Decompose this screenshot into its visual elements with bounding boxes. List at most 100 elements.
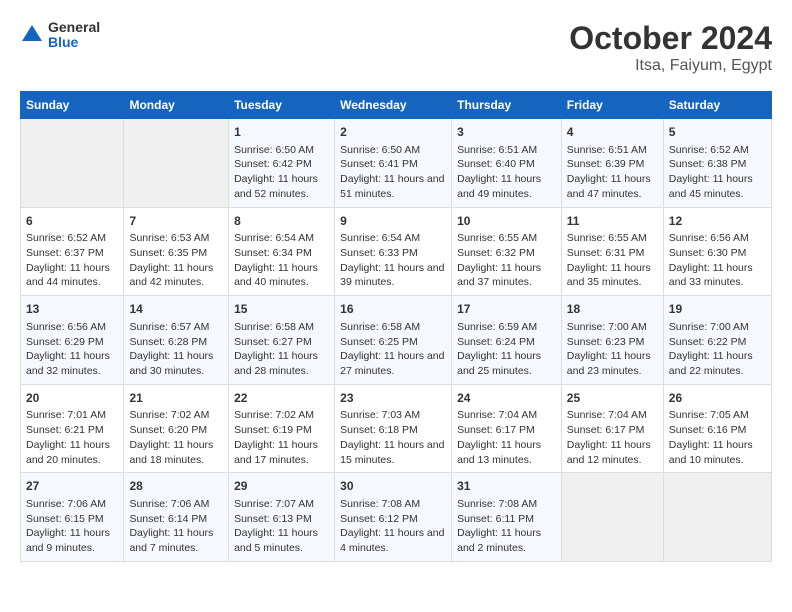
day-number: 15	[234, 301, 329, 318]
cell-info: Sunset: 6:30 PM	[669, 246, 766, 261]
day-number: 6	[26, 213, 118, 230]
calendar-cell: 9Sunrise: 6:54 AMSunset: 6:33 PMDaylight…	[335, 207, 452, 296]
calendar-cell: 27Sunrise: 7:06 AMSunset: 6:15 PMDayligh…	[21, 473, 124, 562]
week-row: 13Sunrise: 6:56 AMSunset: 6:29 PMDayligh…	[21, 296, 772, 385]
cell-info: Daylight: 11 hours and 42 minutes.	[129, 261, 223, 290]
cell-info: Sunset: 6:33 PM	[340, 246, 446, 261]
cell-info: Sunset: 6:31 PM	[567, 246, 658, 261]
cell-info: Sunset: 6:38 PM	[669, 157, 766, 172]
calendar-cell: 12Sunrise: 6:56 AMSunset: 6:30 PMDayligh…	[663, 207, 771, 296]
cell-info: Daylight: 11 hours and 5 minutes.	[234, 526, 329, 555]
cell-info: Sunset: 6:34 PM	[234, 246, 329, 261]
cell-info: Daylight: 11 hours and 40 minutes.	[234, 261, 329, 290]
week-row: 27 Sunrise: 7:06 AM Sunset: 6:15 PM Dayligh…	[21, 473, 772, 562]
cell-info: Sunset: 6:13 PM	[234, 512, 329, 527]
title-block: October 2024 Itsa, Faiyum, Egypt	[569, 20, 772, 75]
cell-info: Sunrise: 6:52 AM	[26, 231, 118, 246]
calendar-cell: 22Sunrise: 7:02 AMSunset: 6:19 PMDayligh…	[229, 384, 335, 473]
calendar-cell: 25Sunrise: 7:04 AMSunset: 6:17 PMDayligh…	[561, 384, 663, 473]
cell-info: Sunrise: 6:58 AM	[340, 320, 446, 335]
cell-info: Sunrise: 7:08 AM	[457, 497, 556, 512]
cell-info: Sunrise: 7:08 AM	[340, 497, 446, 512]
calendar-cell: 5Sunrise: 6:52 AMSunset: 6:38 PMDaylight…	[663, 119, 771, 208]
main-title: October 2024	[569, 20, 772, 57]
cell-info: Sunrise: 6:58 AM	[234, 320, 329, 335]
logo-icon	[20, 23, 44, 47]
cell-info: Sunrise: 6:51 AM	[567, 143, 658, 158]
day-number: 20	[26, 390, 118, 407]
cell-info: Sunrise: 7:02 AM	[129, 408, 223, 423]
cell-info: Sunset: 6:37 PM	[26, 246, 118, 261]
cell-info: Sunset: 6:14 PM	[129, 512, 223, 527]
calendar-cell: 4Sunrise: 6:51 AMSunset: 6:39 PMDaylight…	[561, 119, 663, 208]
day-number: 13	[26, 301, 118, 318]
cell-info: Sunrise: 7:06 AM	[129, 497, 223, 512]
day-number: 17	[457, 301, 556, 318]
cell-info: Sunset: 6:41 PM	[340, 157, 446, 172]
cell-info: Sunset: 6:22 PM	[669, 335, 766, 350]
calendar-cell: 1Sunrise: 6:50 AMSunset: 6:42 PMDaylight…	[229, 119, 335, 208]
cell-info: Daylight: 11 hours and 23 minutes.	[567, 349, 658, 378]
cell-info: Sunset: 6:20 PM	[129, 423, 223, 438]
cell-info: Sunset: 6:16 PM	[669, 423, 766, 438]
cell-info: Sunset: 6:17 PM	[457, 423, 556, 438]
cell-info: Sunset: 6:27 PM	[234, 335, 329, 350]
header-row: SundayMondayTuesdayWednesdayThursdayFrid…	[21, 92, 772, 119]
cell-info: Daylight: 11 hours and 15 minutes.	[340, 438, 446, 467]
cell-info: Sunset: 6:23 PM	[567, 335, 658, 350]
calendar-cell: 10Sunrise: 6:55 AMSunset: 6:32 PMDayligh…	[452, 207, 562, 296]
day-number: 8	[234, 213, 329, 230]
day-number: 3	[457, 124, 556, 141]
logo: General Blue	[20, 20, 100, 51]
cell-info: Daylight: 11 hours and 52 minutes.	[234, 172, 329, 201]
calendar-cell: 2 Sunrise: 6:50 AMSunset: 6:41 PMDaylight…	[335, 119, 452, 208]
cell-info: Daylight: 11 hours and 32 minutes.	[26, 349, 118, 378]
cell-info: Sunrise: 6:59 AM	[457, 320, 556, 335]
day-number: 22	[234, 390, 329, 407]
header-cell-tuesday: Tuesday	[229, 92, 335, 119]
cell-info: Sunset: 6:15 PM	[26, 512, 118, 527]
header-cell-sunday: Sunday	[21, 92, 124, 119]
cell-info: Daylight: 11 hours and 25 minutes.	[457, 349, 556, 378]
calendar-body: 1Sunrise: 6:50 AMSunset: 6:42 PMDaylight…	[21, 119, 772, 562]
calendar-cell: 8Sunrise: 6:54 AMSunset: 6:34 PMDaylight…	[229, 207, 335, 296]
cell-info: Sunrise: 7:07 AM	[234, 497, 329, 512]
calendar-cell: 17Sunrise: 6:59 AMSunset: 6:24 PMDayligh…	[452, 296, 562, 385]
day-number: 12	[669, 213, 766, 230]
header-cell-wednesday: Wednesday	[335, 92, 452, 119]
cell-info: Sunrise: 7:00 AM	[669, 320, 766, 335]
day-number: 1	[234, 124, 329, 141]
cell-info: Sunset: 6:19 PM	[234, 423, 329, 438]
cell-info: Daylight: 11 hours and 37 minutes.	[457, 261, 556, 290]
calendar-cell	[21, 119, 124, 208]
cell-info: Sunset: 6:28 PM	[129, 335, 223, 350]
calendar-header: SundayMondayTuesdayWednesdayThursdayFrid…	[21, 92, 772, 119]
cell-info: Daylight: 11 hours and 44 minutes.	[26, 261, 118, 290]
week-row: 6Sunrise: 6:52 AMSunset: 6:37 PMDaylight…	[21, 207, 772, 296]
cell-info: Sunset: 6:39 PM	[567, 157, 658, 172]
cell-info: Daylight: 11 hours and 51 minutes.	[340, 172, 446, 201]
calendar-cell: 18Sunrise: 7:00 AMSunset: 6:23 PMDayligh…	[561, 296, 663, 385]
calendar-cell: 7Sunrise: 6:53 AMSunset: 6:35 PMDaylight…	[124, 207, 229, 296]
calendar-cell: 21Sunrise: 7:02 AMSunset: 6:20 PMDayligh…	[124, 384, 229, 473]
cell-info: Daylight: 11 hours and 22 minutes.	[669, 349, 766, 378]
cell-info: Sunrise: 7:01 AM	[26, 408, 118, 423]
calendar-table: SundayMondayTuesdayWednesdayThursdayFrid…	[20, 91, 772, 562]
cell-info: Daylight: 11 hours and 7 minutes.	[129, 526, 223, 555]
logo-blue-text: Blue	[48, 35, 100, 50]
calendar-cell: 15Sunrise: 6:58 AMSunset: 6:27 PMDayligh…	[229, 296, 335, 385]
day-number: 2	[340, 124, 446, 141]
cell-info: Sunrise: 6:55 AM	[567, 231, 658, 246]
calendar-cell: 29 Sunrise: 7:07 AMSunset: 6:13 PMDayligh…	[229, 473, 335, 562]
day-number: 27	[26, 478, 118, 495]
calendar-cell: 14Sunrise: 6:57 AMSunset: 6:28 PMDayligh…	[124, 296, 229, 385]
day-number: 31	[457, 478, 556, 495]
cell-info: Sunrise: 6:56 AM	[26, 320, 118, 335]
cell-info: Daylight: 11 hours and 20 minutes.	[26, 438, 118, 467]
calendar-cell: 26Sunrise: 7:05 AMSunset: 6:16 PMDayligh…	[663, 384, 771, 473]
cell-info: Sunrise: 6:50 AM	[340, 143, 446, 158]
day-number: 23	[340, 390, 446, 407]
page-header: General Blue October 2024 Itsa, Faiyum, …	[20, 20, 772, 75]
day-number: 29	[234, 478, 329, 495]
day-number: 26	[669, 390, 766, 407]
